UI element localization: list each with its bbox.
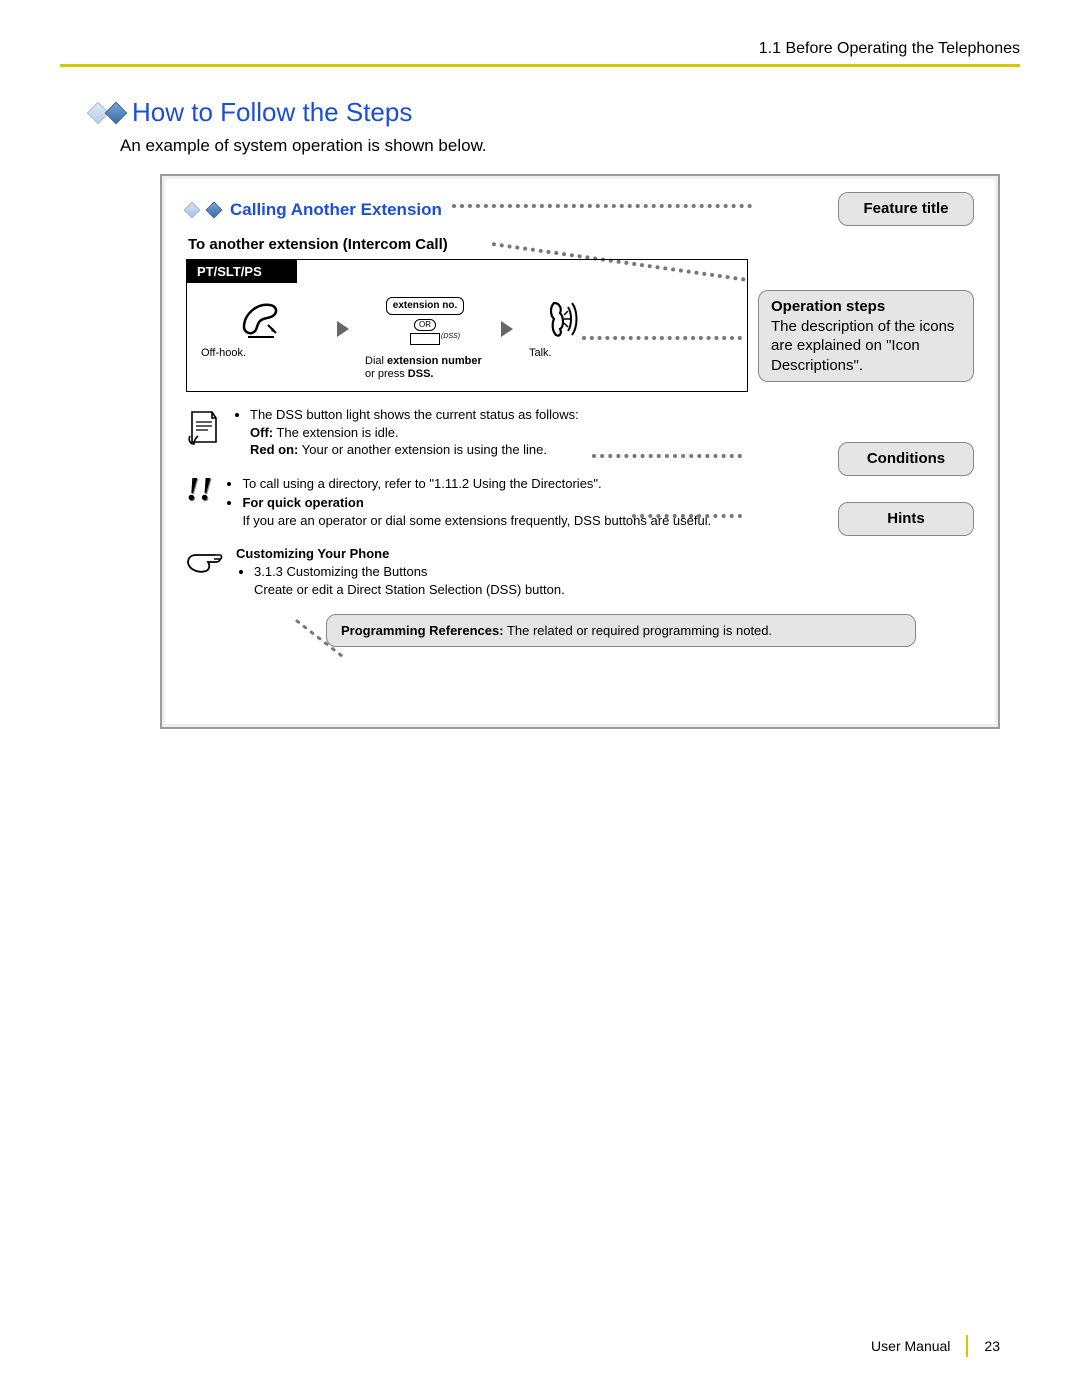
feature-subtitle: To another extension (Intercom Call) [188,236,974,253]
step-dial: extension no. OR Dial extension number o… [365,297,485,381]
cond-line: The DSS button light shows the current s… [250,407,579,422]
note-icon [186,406,220,446]
customizing-block: Customizing Your Phone 3.1.3 Customizing… [186,545,974,600]
header-rule [60,64,1020,67]
extension-no-box: extension no. [386,297,464,315]
op-steps-text: The description of the icons are explain… [771,317,961,376]
callout-feature-title: Feature title [838,192,974,226]
dss-button-icon [410,333,440,345]
diamond-pair-icon [90,105,124,121]
offhook-icon [238,297,284,341]
example-frame: Feature title Operation steps The descri… [160,174,1000,729]
hints-icon: !! [186,475,212,506]
hand-point-icon [186,545,224,575]
cond-red-b: Red on: [250,442,298,457]
hints-line1: To call using a directory, refer to "1.1… [242,475,974,493]
dotted-connector [452,204,752,208]
callout-hints: Hints [838,502,974,536]
custom-item: 3.1.3 Customizing the Buttons [254,564,427,579]
step-offhook: Off-hook. [201,297,321,360]
prog-ref-t: The related or required programming is n… [504,623,773,638]
footer: User Manual 23 [871,1335,1000,1357]
diamond-icon [184,202,201,219]
callout-operation-steps: Operation steps The description of the i… [758,290,974,382]
custom-title: Customizing Your Phone [236,545,974,563]
footer-page: 23 [984,1338,1000,1354]
arrow-icon [337,321,349,337]
dotted-connector [292,616,352,666]
section-title: How to Follow the Steps [132,97,412,128]
dotted-connector [632,514,742,518]
footer-manual: User Manual [871,1338,950,1354]
dotted-connector [592,454,742,458]
cond-off-b: Off: [250,425,273,440]
feature-title: Calling Another Extension [230,200,442,220]
diamond-icon [206,202,223,219]
or-label: OR [414,319,436,331]
cond-red-t: Your or another extension is using the l… [298,442,547,457]
custom-desc: Create or edit a Direct Station Selectio… [254,582,565,597]
arrow-icon [501,321,513,337]
operation-tab: PT/SLT/PS [187,260,297,283]
programming-references: Programming References: The related or r… [326,614,916,647]
breadcrumb: 1.1 Before Operating the Telephones [60,40,1020,58]
step-talk: Talk. [529,297,599,360]
footer-divider [966,1335,968,1357]
callout-conditions: Conditions [838,442,974,476]
cond-off-t: The extension is idle. [273,425,399,440]
prog-ref-b: Programming References: [341,623,504,638]
talk-icon [542,297,586,341]
hints-quick-b: For quick operation [242,495,363,510]
op-steps-title: Operation steps [771,297,961,317]
step-caption: Talk. [529,347,599,360]
section-heading-row: How to Follow the Steps [90,97,1020,128]
step-caption: Dial extension number or press DSS. [365,355,485,381]
section-intro: An example of system operation is shown … [120,136,1020,156]
operation-box: PT/SLT/PS Off-hook. extension no. [186,259,748,392]
step-caption: Off-hook. [201,347,321,360]
